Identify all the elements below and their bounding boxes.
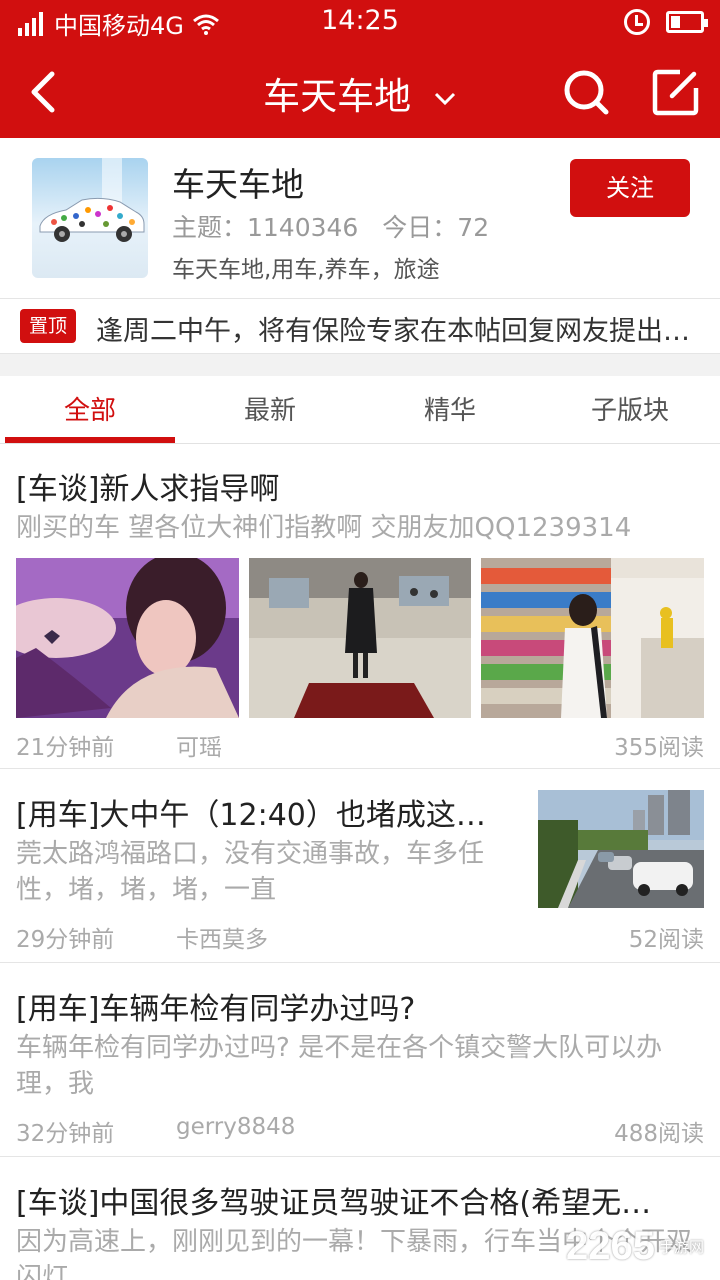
pinned-post[interactable]: 置顶 逢周二中午，将有保险专家在本帖回复网友提出… — [0, 298, 720, 354]
post-summary: 刚买的车 望各位大神们指教啊 交朋友加QQ1239314 — [16, 513, 632, 543]
pinned-title: 逢周二中午，将有保险专家在本帖回复网友提出… — [96, 316, 690, 347]
watermark-number: 2265 — [566, 1223, 655, 1268]
post-title: [用车]车辆年检有同学办过吗? — [16, 992, 416, 1027]
compose-icon[interactable] — [650, 66, 702, 118]
post-title: [用车]大中午（12:40）也堵成这… — [16, 798, 486, 833]
post-image[interactable] — [249, 558, 471, 718]
post-time: 32分钟前 — [16, 1121, 115, 1147]
post-author[interactable]: gerry8848 — [176, 1114, 295, 1140]
forum-tags: 车天车地,用车,养车，旅途 — [172, 257, 440, 283]
battery-icon — [666, 11, 708, 33]
nav-bar: 车天车地 — [0, 46, 720, 138]
status-bar: 中国移动4G 14:25 — [0, 0, 720, 46]
tab-subforums[interactable]: 子版块 — [540, 390, 720, 427]
tab-all[interactable]: 全部 — [0, 390, 180, 427]
forum-stats: 主题：1140346 今日：72 — [172, 208, 505, 244]
list-item[interactable]: [用车]车辆年检有同学办过吗? 车辆年检有同学办过吗? 是不是在各个镇交警大队可… — [0, 964, 720, 1157]
forum-header: 车天车地 主题：1140346 今日：72 车天车地,用车,养车，旅途 关注 — [0, 138, 720, 298]
post-time: 29分钟前 — [16, 927, 115, 953]
post-image[interactable] — [538, 790, 704, 908]
nav-title[interactable]: 车天车地 — [0, 66, 720, 120]
list-item[interactable]: [车谈]新人求指导啊 刚买的车 望各位大神们指教啊 交朋友加QQ1239314 — [0, 444, 720, 769]
post-summary: 车辆年检有同学办过吗? 是不是在各个镇交警大队可以办理，我 — [16, 1033, 663, 1099]
nav-title-text: 车天车地 — [263, 75, 412, 118]
pinned-badge: 置顶 — [20, 309, 76, 343]
forum-logo[interactable] — [32, 158, 148, 278]
tab-bar: 全部 最新 精华 子版块 — [0, 376, 720, 444]
section-divider — [0, 354, 720, 376]
follow-button[interactable]: 关注 — [570, 159, 690, 217]
read-count: 355阅读 — [614, 735, 704, 761]
post-image[interactable] — [16, 558, 239, 718]
tab-indicator — [5, 437, 175, 443]
read-count: 488阅读 — [614, 1121, 704, 1147]
chevron-down-icon — [434, 92, 455, 105]
post-title: [车谈]新人求指导啊 — [16, 472, 280, 507]
list-item[interactable]: [用车]大中午（12:40）也堵成这… 莞太路鸿福路口，没有交通事故，车多任性，… — [0, 770, 720, 963]
tab-latest[interactable]: 最新 — [180, 390, 360, 427]
tab-featured[interactable]: 精华 — [360, 390, 540, 427]
post-image[interactable] — [481, 558, 704, 718]
clock: 14:25 — [321, 5, 399, 36]
post-time: 21分钟前 — [16, 735, 115, 761]
post-author[interactable]: 卡西莫多 — [176, 920, 268, 954]
status-bar-right — [624, 9, 708, 35]
search-icon[interactable] — [560, 66, 612, 118]
topic-count: 主题：1140346 — [172, 213, 359, 242]
post-summary: 莞太路鸿福路口，没有交通事故，车多任性，堵，堵，堵，一直 — [16, 839, 485, 905]
watermark-logo: 2265 手游网 — [566, 1222, 716, 1270]
read-count: 52阅读 — [628, 927, 704, 953]
post-author[interactable]: 可瑶 — [176, 728, 222, 762]
watermark-site: 手游网 — [658, 1237, 704, 1256]
today-count: 今日：72 — [382, 213, 490, 242]
forum-name: 车天车地 — [172, 165, 304, 204]
alarm-icon — [624, 9, 650, 35]
post-title: [车谈]中国很多驾驶证员驾驶证不合格(希望无… — [16, 1186, 652, 1221]
